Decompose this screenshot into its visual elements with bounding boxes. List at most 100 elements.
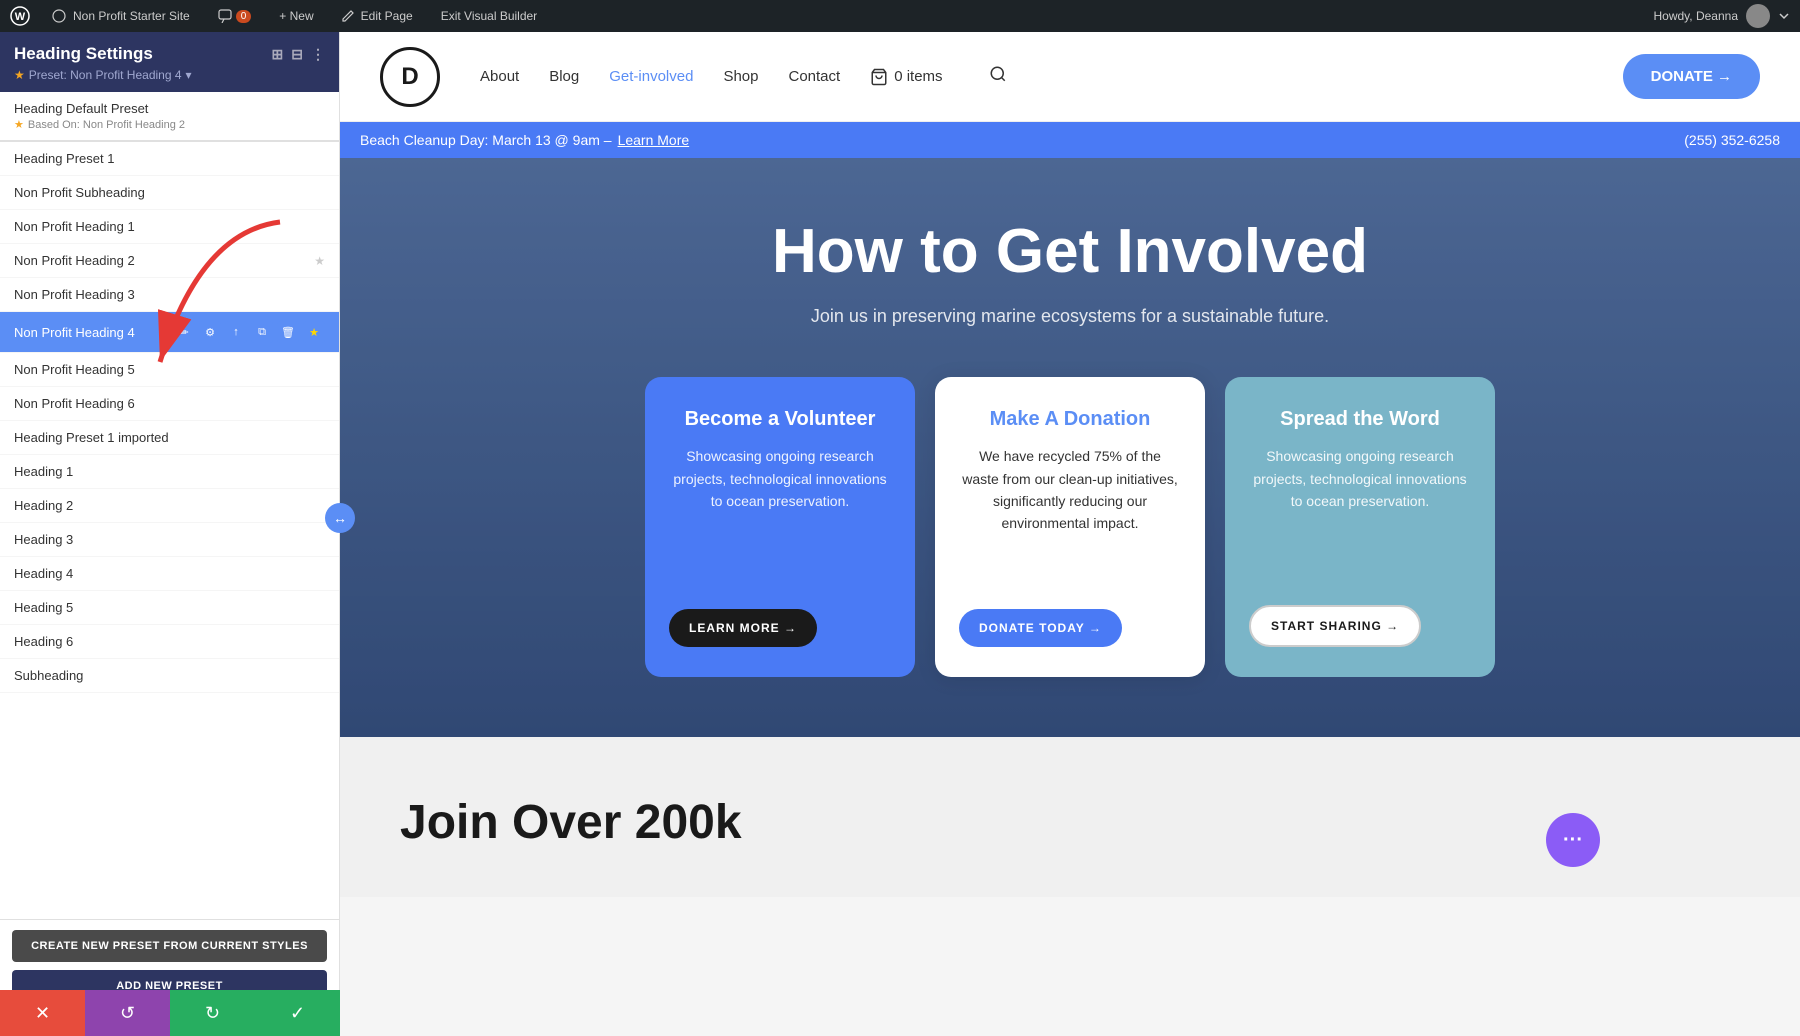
donate-today-button[interactable]: DONATE TODAY → (959, 609, 1122, 647)
preset-name-14: Heading 6 (14, 634, 325, 649)
nav-blog[interactable]: Blog (549, 68, 579, 85)
preset-dropdown-arrow[interactable]: ▾ (186, 68, 192, 82)
preset-settings-btn[interactable]: ⚙ (199, 321, 221, 343)
wp-logo-icon[interactable]: W (10, 6, 30, 26)
undo-icon: ↺ (120, 1003, 135, 1024)
preset-item-5[interactable]: Non Profit Heading 4 ✏ ⚙ ↑ ⧉ 🗑 ★ (0, 312, 339, 353)
preset-item-3[interactable]: Non Profit Heading 2 ★ (0, 244, 339, 278)
preset-item-14[interactable]: Heading 6 (0, 625, 339, 659)
hero-section: How to Get Involved Join us in preservin… (340, 158, 1800, 737)
announcement-phone: (255) 352-6258 (1684, 132, 1780, 148)
left-panel: Heading Settings ⊞ ⊟ ⋮ ★ Preset: Non Pro… (0, 32, 340, 1036)
start-sharing-button[interactable]: START SHARING → (1249, 605, 1421, 647)
preset-name-5: Non Profit Heading 4 (14, 325, 167, 340)
site-menu: About Blog Get-involved Shop Contact 0 i… (480, 65, 1007, 88)
preset-item-6[interactable]: Non Profit Heading 5 (0, 353, 339, 387)
nav-shop[interactable]: Shop (723, 68, 758, 85)
learn-more-button[interactable]: LEARN MORE → (669, 609, 817, 647)
preset-star-icon: ★ (314, 254, 325, 268)
preset-name-8: Heading Preset 1 imported (14, 430, 325, 445)
preset-item-10[interactable]: Heading 2 (0, 489, 339, 523)
preset-item-9[interactable]: Heading 1 (0, 455, 339, 489)
preset-item-13[interactable]: Heading 5 (0, 591, 339, 625)
preset-copy-btn[interactable]: ⧉ (251, 321, 273, 343)
cart-items-count: 0 items (894, 68, 942, 85)
below-hero-title: Join Over 200k (400, 797, 742, 850)
nav-get-involved[interactable]: Get-involved (609, 68, 693, 85)
preset-item-4[interactable]: Non Profit Heading 3 (0, 278, 339, 312)
admin-bar: W Non Profit Starter Site 0 + New Edit P… (0, 0, 1800, 32)
hero-title: How to Get Involved (645, 218, 1495, 286)
preset-list: Heading Preset 1 Non Profit Subheading N… (0, 142, 339, 919)
redo-button[interactable]: ↻ (170, 990, 255, 1036)
preset-delete-btn[interactable]: 🗑 (277, 321, 299, 343)
panel-header: Heading Settings ⊞ ⊟ ⋮ ★ Preset: Non Pro… (0, 32, 339, 92)
dots-menu-circle[interactable]: ··· (1546, 813, 1600, 867)
svg-text:W: W (15, 11, 26, 23)
card-volunteer-title: Become a Volunteer (669, 407, 891, 431)
default-preset-star-icon: ★ (14, 118, 24, 131)
hero-subtitle: Join us in preserving marine ecosystems … (645, 306, 1495, 327)
nav-contact[interactable]: Contact (789, 68, 841, 85)
preset-name-6: Non Profit Heading 5 (14, 362, 325, 377)
preset-star-btn[interactable]: ★ (303, 321, 325, 343)
search-icon[interactable] (989, 65, 1007, 88)
preset-name-13: Heading 5 (14, 600, 325, 615)
preset-export-btn[interactable]: ↑ (225, 321, 247, 343)
admin-bar-exit-builder[interactable]: Exit Visual Builder (435, 0, 544, 32)
heading-default-preset[interactable]: Heading Default Preset ★ Based On: Non P… (0, 92, 339, 142)
site-logo: D (380, 47, 440, 107)
preset-name-7: Non Profit Heading 6 (14, 396, 325, 411)
cancel-button[interactable]: ✕ (0, 990, 85, 1036)
announcement-link[interactable]: Learn More (618, 132, 690, 148)
card-spread-body: Showcasing ongoing research projects, te… (1249, 445, 1471, 591)
create-preset-button[interactable]: CREATE NEW PRESET FROM CURRENT STYLES (12, 930, 327, 962)
hero-content: How to Get Involved Join us in preservin… (645, 218, 1495, 677)
preset-rename-btn[interactable]: ✏ (173, 321, 195, 343)
preset-item-8[interactable]: Heading Preset 1 imported (0, 421, 339, 455)
right-panel: D About Blog Get-involved Shop Contact 0… (340, 32, 1800, 1036)
preset-name-9: Heading 1 (14, 464, 325, 479)
preset-item-1[interactable]: Non Profit Subheading (0, 176, 339, 210)
cards-row: Become a Volunteer Showcasing ongoing re… (645, 377, 1495, 677)
main-layout: Heading Settings ⊞ ⊟ ⋮ ★ Preset: Non Pro… (0, 32, 1800, 1036)
preset-item-7[interactable]: Non Profit Heading 6 (0, 387, 339, 421)
card-donation: Make A Donation We have recycled 75% of … (935, 377, 1205, 677)
preset-name-2: Non Profit Heading 1 (14, 219, 325, 234)
cart-item[interactable]: 0 items (870, 68, 942, 86)
preset-name-1: Non Profit Subheading (14, 185, 325, 200)
panel-title-icons: ⊞ ⊟ ⋮ (272, 46, 325, 63)
panel-icon-columns[interactable]: ⊟ (291, 46, 303, 63)
avatar (1746, 4, 1770, 28)
bottom-bar: ✕ ↺ ↻ ✓ (0, 990, 340, 1036)
undo-button[interactable]: ↺ (85, 990, 170, 1036)
preset-item-0[interactable]: Heading Preset 1 (0, 142, 339, 176)
site-nav: D About Blog Get-involved Shop Contact 0… (340, 32, 1800, 122)
card-donation-title: Make A Donation (959, 407, 1181, 431)
nav-about[interactable]: About (480, 68, 519, 85)
preset-name-11: Heading 3 (14, 532, 325, 547)
preset-item-11[interactable]: Heading 3 (0, 523, 339, 557)
preset-name-3: Non Profit Heading 2 (14, 253, 308, 268)
admin-bar-new[interactable]: + New (273, 0, 319, 32)
admin-bar-edit-page[interactable]: Edit Page (336, 0, 419, 32)
resize-handle[interactable]: ↔ (325, 503, 355, 533)
admin-bar-site[interactable]: Non Profit Starter Site (46, 0, 196, 32)
preset-item-12[interactable]: Heading 4 (0, 557, 339, 591)
card-volunteer: Become a Volunteer Showcasing ongoing re… (645, 377, 915, 677)
preset-name-15: Subheading (14, 668, 325, 683)
preset-star-icon: ★ (14, 68, 25, 82)
announcement-bar: Beach Cleanup Day: March 13 @ 9am – Lear… (340, 122, 1800, 158)
cancel-icon: ✕ (35, 1003, 50, 1024)
preset-item-15[interactable]: Subheading (0, 659, 339, 693)
preset-name-12: Heading 4 (14, 566, 325, 581)
nav-donate-button[interactable]: DONATE → (1623, 54, 1760, 99)
panel-icon-more[interactable]: ⋮ (311, 46, 325, 63)
admin-bar-comments[interactable]: 0 (212, 0, 258, 32)
save-button[interactable]: ✓ (255, 990, 340, 1036)
announcement-text: Beach Cleanup Day: March 13 @ 9am – Lear… (360, 132, 689, 148)
panel-subtitle: ★ Preset: Non Profit Heading 4 ▾ (14, 68, 325, 82)
panel-icon-grid[interactable]: ⊞ (272, 46, 284, 63)
preset-name-10: Heading 2 (14, 498, 325, 513)
preset-item-2[interactable]: Non Profit Heading 1 (0, 210, 339, 244)
